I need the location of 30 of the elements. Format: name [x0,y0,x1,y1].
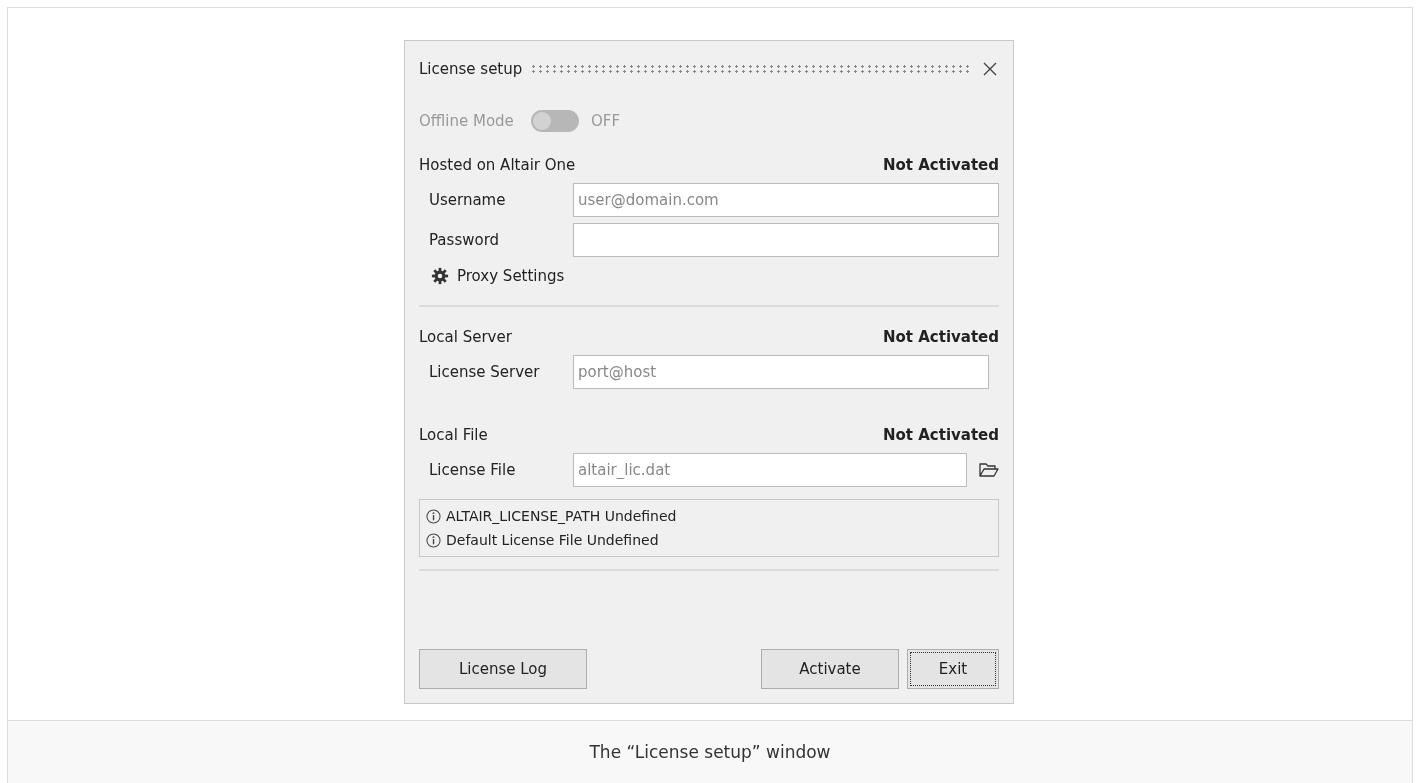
field-label: License File [429,461,517,479]
input-field[interactable]: user@domain.com [573,183,999,217]
input-field[interactable]: altair_lic.dat [573,453,967,487]
info-icon [426,532,441,548]
close-button[interactable] [981,60,999,78]
input-field[interactable] [573,223,999,257]
field-label: Password [429,231,501,249]
section-title: Local Server [419,328,512,346]
dialog-button[interactable]: Activate [761,649,899,689]
dialog-button[interactable]: License Log [419,649,587,689]
info-icon [426,508,441,524]
activation-status: Not Activated [882,156,999,174]
caption: The “License setup” window [8,720,1412,783]
section-title: Hosted on Altair One [419,156,576,174]
field-label: Username [429,191,507,209]
gear-icon [431,267,449,285]
info-message: Default License File Undefined [446,532,659,548]
proxy-settings-link[interactable]: Proxy Settings [457,267,565,285]
dialog-button[interactable]: Exit [907,649,999,689]
toggle-state: OFF [591,112,621,130]
activation-status: Not Activated [882,426,999,444]
input-field[interactable]: port@host [573,355,989,389]
window-title: License setup [419,60,523,78]
folder-icon[interactable] [979,462,999,478]
close-icon [983,62,997,76]
activation-status: Not Activated [882,328,999,346]
info-message: ALTAIR_LICENSE_PATH Undefined [446,508,677,524]
section-title: Local File [419,426,488,444]
offline-mode-label: Offline Mode [419,112,515,130]
field-label: License Server [429,363,541,381]
